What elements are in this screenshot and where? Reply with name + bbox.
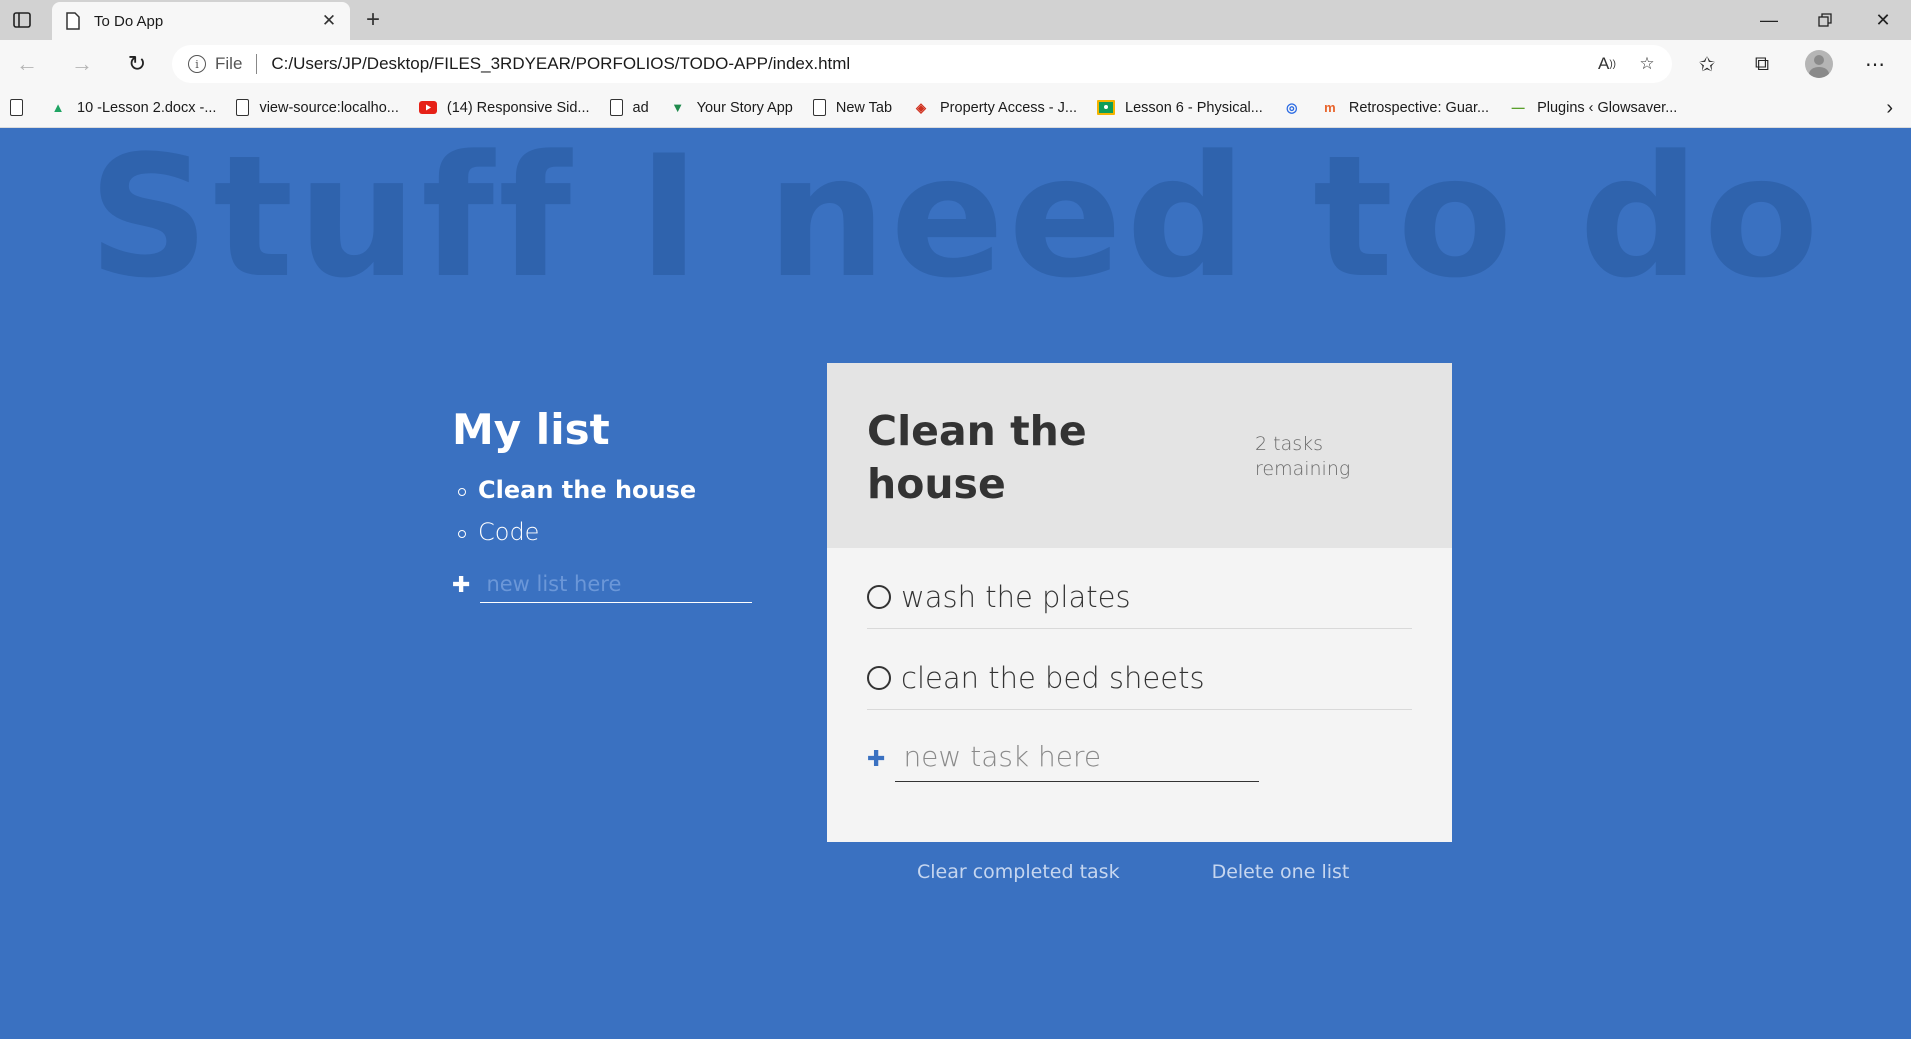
new-task-form: ✚ new task here [827,736,1452,782]
avatar [1805,50,1833,78]
add-list-button[interactable]: ✚ [452,573,470,598]
tab-actions-button[interactable] [8,8,36,32]
list-title: Clean the house [867,407,1087,508]
task-checkbox[interactable] [867,585,891,609]
read-aloud-icon[interactable]: A)) [1592,49,1622,79]
bookmark-label: 10 -Lesson 2.docx -... [77,99,217,116]
bookmark-label: ad [632,99,649,116]
site-icon: m [1324,100,1336,115]
task-item[interactable]: wash the plates [867,548,1412,629]
task-list: wash the plates clean the bed sheets [827,548,1452,710]
task-checkbox[interactable] [867,666,891,690]
bookmark-item[interactable]: ◈ Property Access - J... [912,99,1077,117]
site-icon: — [1511,100,1525,115]
url-scheme: File [215,54,243,73]
bookmark-item[interactable]: m Retrospective: Guar... [1321,99,1489,117]
bookmark-label: Plugins ‹ Glowsaver... [1537,99,1678,116]
bookmark-page[interactable] [10,99,33,116]
task-item[interactable]: clean the bed sheets [867,629,1412,710]
browser-tab[interactable]: To Do App ✕ [52,2,350,40]
page-title: Stuff I need to do [88,129,1823,315]
task-count: 2 tasks remaining [1255,433,1351,480]
list-actions: Clear completed task Delete one list [917,861,1437,883]
page-icon [236,99,250,116]
profile-button[interactable] [1802,49,1836,79]
refresh-button[interactable]: ↻ [122,49,152,79]
todo-card: Clean the house 2 tasks remaining wash t… [827,363,1452,842]
site-icon: ◈ [916,99,927,115]
page-icon [609,99,623,116]
address-bar[interactable]: i File C:/Users/JP/Desktop/FILES_3RDYEAR… [172,45,1672,83]
bookmark-item-icon-only[interactable]: ◎ [1283,99,1301,117]
add-task-button[interactable]: ✚ [867,747,885,772]
page-icon [10,99,23,116]
todo-card-header: Clean the house 2 tasks remaining [827,363,1452,548]
bookmark-label: Lesson 6 - Physical... [1125,99,1263,116]
bookmark-item[interactable]: ▼ Your Story App [669,99,793,117]
list-item-active[interactable]: Clean the house [456,476,752,504]
back-button[interactable]: ← [12,49,42,79]
bookmarks-bar: ▲ 10 -Lesson 2.docx -... view-source:loca… [0,88,1911,128]
bookmark-label: Your Story App [696,99,793,116]
site-icon: ◎ [1286,99,1298,115]
classroom-icon [1097,99,1116,117]
bookmark-label: (14) Responsive Sid... [446,99,590,116]
bookmark-label: Retrospective: Guar... [1348,99,1490,116]
forward-button[interactable]: → [67,49,97,79]
google-drive-icon: ▲ [51,100,65,115]
info-icon[interactable]: i [188,55,206,73]
favorites-icon[interactable]: ✩ [1690,49,1724,79]
minimize-button[interactable]: — [1741,0,1797,40]
bookmark-item[interactable]: ad [609,99,649,116]
delete-list-button[interactable]: Delete one list [1212,861,1350,883]
url-text[interactable]: C:/Users/JP/Desktop/FILES_3RDYEAR/PORFOL… [271,54,1592,74]
address-separator [256,54,258,74]
close-window-button[interactable]: ✕ [1855,0,1911,40]
page-viewport: Stuff I need to do My list Clean the hou… [0,129,1911,1039]
new-list-form: ✚ new list here [452,568,752,603]
bookmark-item[interactable]: ▲ 10 -Lesson 2.docx -... [49,99,217,117]
task-label: wash the plates [901,580,1131,614]
page-icon [812,99,826,116]
lists-heading: My list [452,405,610,454]
tab-title: To Do App [94,12,164,30]
bookmark-item[interactable]: — Plugins ‹ Glowsaver... [1509,99,1678,117]
new-task-input[interactable]: new task here [895,736,1260,782]
bookmark-item[interactable]: Lesson 6 - Physical... [1097,99,1263,117]
restore-button[interactable] [1797,0,1853,40]
restore-icon [1818,13,1832,27]
youtube-icon [418,99,437,117]
bookmark-item[interactable]: view-source:localho... [236,99,399,116]
task-label: clean the bed sheets [901,661,1205,695]
close-tab-icon[interactable]: ✕ [318,10,340,32]
list-item[interactable]: Code [456,518,752,546]
bookmark-item[interactable]: (14) Responsive Sid... [418,99,590,117]
add-favorite-icon[interactable]: ☆ [1632,49,1662,79]
bookmark-label: view-source:localho... [259,99,399,116]
list-of-lists: Clean the house Code [452,476,752,546]
bookmark-item[interactable]: New Tab [812,99,893,116]
collections-icon[interactable]: ⧉ [1745,49,1779,79]
new-list-input[interactable]: new list here [480,568,752,603]
new-tab-button[interactable]: + [360,6,386,33]
more-menu-icon[interactable]: ⋯ [1858,49,1892,79]
tab-strip: To Do App ✕ + — ✕ [0,0,1911,40]
page-icon [66,12,80,30]
chevron-right-icon[interactable]: › [1886,97,1893,120]
browser-toolbar: ← → ↻ i File C:/Users/JP/Desktop/FILES_3… [0,40,1911,88]
bookmark-label: Property Access - J... [940,99,1078,116]
bookmark-label: New Tab [835,99,893,116]
vue-icon: ▼ [671,100,685,115]
clear-completed-button[interactable]: Clear completed task [917,861,1120,883]
tab-actions-icon [13,12,31,28]
lists-panel: My list Clean the house Code ✚ new list … [452,405,752,603]
